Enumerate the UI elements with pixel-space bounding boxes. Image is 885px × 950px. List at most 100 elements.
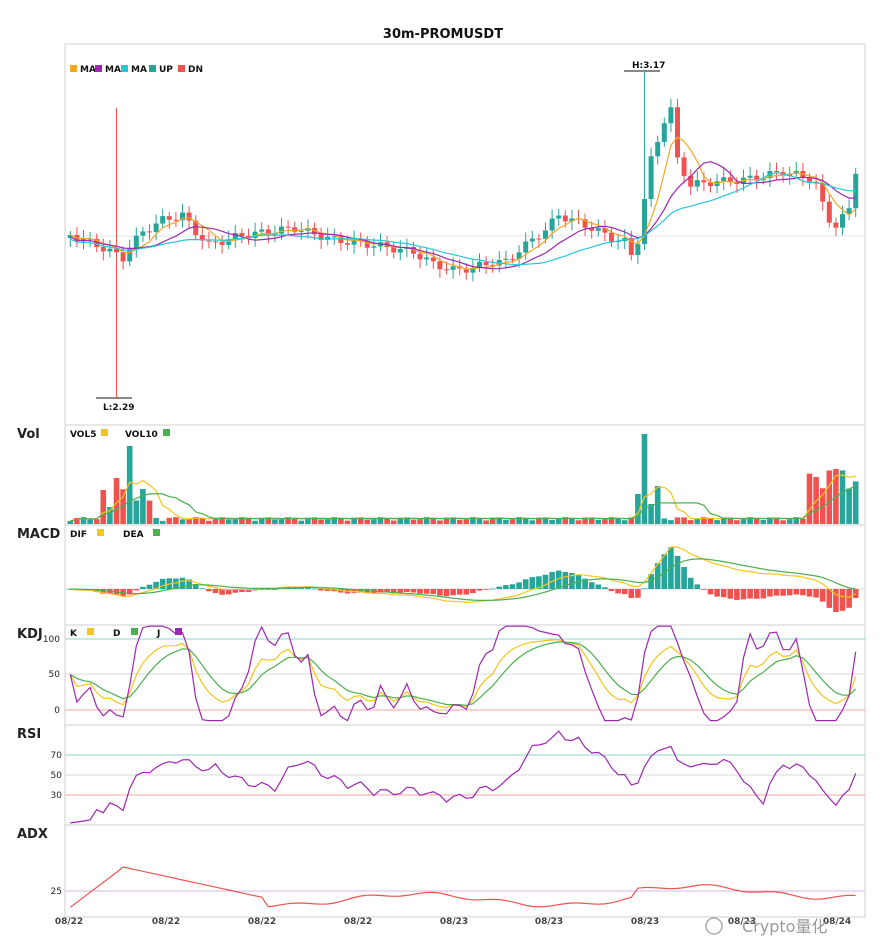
kdj-label: KDJ (17, 627, 43, 642)
volume-bar (806, 473, 813, 524)
macd-bar (602, 587, 608, 589)
price-legend: MA MA MA UP DN (70, 65, 203, 75)
volume-bar (232, 519, 239, 524)
macd-bar (588, 582, 595, 589)
candle-body (648, 156, 654, 200)
volume-bar (463, 518, 470, 524)
candle-body (833, 222, 839, 228)
d-legend-label: D (113, 629, 120, 639)
vol5-legend-swatch (101, 429, 108, 436)
macd-bar (767, 589, 773, 597)
price-panel (64, 43, 866, 426)
macd-bar (318, 589, 324, 591)
x-tick-6: 08/23 (631, 917, 659, 927)
macd-bar (430, 589, 437, 595)
volume-bar (522, 518, 529, 524)
macd-bar (641, 588, 648, 590)
macd-bar (140, 586, 146, 589)
volume-bar (800, 518, 806, 524)
vol10-line (70, 484, 856, 522)
macd-bar (410, 589, 417, 593)
macd-bar (595, 584, 602, 589)
macd-bar (793, 589, 800, 595)
rsi-line (70, 730, 857, 824)
volume-bar (595, 519, 602, 524)
chart-canvas: 30m-PROMUSDT Vol MACD KDJ RSI ADX MA MA … (17, 27, 866, 936)
volume-bar (456, 519, 463, 524)
adx-line (69, 866, 856, 908)
candle-body (213, 241, 218, 243)
ma2-legend-label: MA (105, 65, 121, 75)
dea-legend-label: DEA (123, 530, 144, 540)
macd-bar (311, 588, 318, 590)
macd-bar (450, 589, 456, 596)
volume-bar (430, 518, 437, 524)
volume-bar (298, 520, 305, 524)
macd-bar (701, 589, 707, 590)
macd-bar (707, 589, 714, 595)
dea-legend-swatch (153, 529, 160, 536)
candle-body (219, 241, 225, 245)
watermark: Crypto量化 (705, 917, 827, 936)
macd-bar (456, 589, 463, 595)
candle-body (747, 175, 753, 178)
rsi-line (70, 730, 857, 824)
volume-bar (549, 519, 555, 524)
macd-bar (199, 588, 206, 590)
macd-bar (529, 577, 536, 589)
volume-panel (64, 424, 866, 526)
macd-panel (64, 524, 866, 626)
volume-bar (760, 520, 767, 524)
volume-bar (674, 517, 681, 524)
candle-body (826, 201, 832, 223)
macd-bar (681, 567, 687, 589)
adx-tick-25: 25 (51, 887, 62, 897)
ma1-legend-swatch (70, 65, 77, 72)
macd-bar (621, 589, 628, 595)
volume-bar (694, 518, 701, 524)
candle-body (444, 269, 449, 271)
candle-body (371, 246, 377, 248)
macd-bar (509, 584, 516, 589)
candle-body (562, 215, 568, 222)
volume-bar (668, 520, 674, 524)
candle-body (774, 171, 779, 173)
candle-body (675, 107, 680, 158)
adx-panel (64, 824, 866, 918)
volume-bar (569, 518, 575, 524)
adx-line (69, 866, 856, 908)
volume-bar (826, 470, 833, 524)
ma2-legend-swatch (95, 65, 102, 72)
vol10-legend-label: VOL10 (125, 430, 158, 440)
x-tick-3: 08/22 (344, 917, 372, 927)
candle-body (331, 236, 337, 238)
adx-label: ADX (17, 827, 48, 842)
dif-legend-label: DIF (70, 530, 87, 540)
macd-bar (813, 589, 819, 598)
macd-bar (773, 589, 780, 596)
volume-bar (707, 518, 714, 524)
volume-bar (93, 519, 100, 524)
macd-bar (839, 589, 846, 611)
candle-body (397, 248, 403, 253)
chart-title: 30m-PROMUSDT (383, 27, 503, 42)
k-legend-label: K (70, 629, 78, 639)
ma3-legend-label: MA (131, 65, 147, 75)
candle-body (694, 180, 700, 187)
volume-bar (166, 517, 173, 524)
k-legend-swatch (87, 628, 94, 635)
kdj-lines (69, 625, 857, 722)
candle-body (668, 107, 674, 124)
macd-bar (159, 578, 166, 589)
candle-body (529, 238, 535, 242)
rsi-tick-30: 30 (51, 791, 63, 801)
kdj-tick-0: 0 (54, 706, 60, 716)
macd-bar (489, 588, 496, 590)
volume-bar (371, 518, 377, 524)
candle-body (635, 243, 641, 255)
macd-bar (826, 589, 833, 608)
candlestick-series (67, 71, 859, 398)
up-legend-label: UP (159, 65, 173, 75)
candle-body (536, 238, 542, 240)
volume-bar (384, 518, 390, 524)
